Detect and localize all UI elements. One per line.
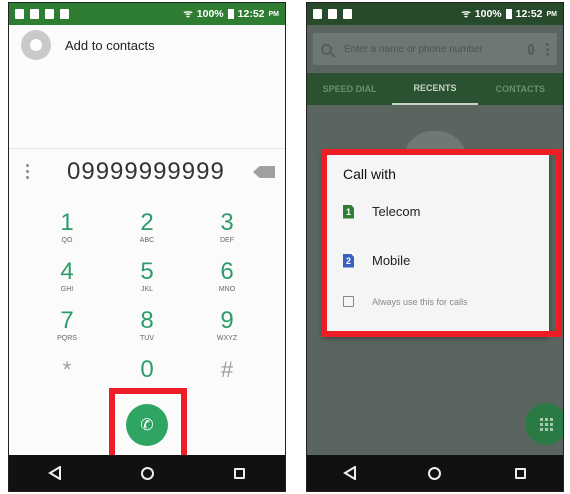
recents-button[interactable] <box>505 458 535 488</box>
battery-icon <box>505 9 512 19</box>
key-hash[interactable]: # <box>187 358 267 407</box>
call-with-screen: ᯤ 100% 12:52 PM Enter a name or phone nu… <box>306 2 564 492</box>
key-6[interactable]: 6 MNO <box>187 260 267 309</box>
dialog-highlight <box>321 149 562 337</box>
dialpad-fab[interactable] <box>525 403 563 445</box>
tab-bar: SPEED DIAL RECENTS CONTACTS <box>307 73 563 105</box>
recents-icon <box>514 467 526 479</box>
key-8[interactable]: 8 TUV <box>107 309 187 358</box>
briefcase-icon <box>328 9 337 19</box>
home-icon <box>428 466 442 480</box>
microphone-icon[interactable] <box>528 43 534 55</box>
dialed-number[interactable]: 09999999999 <box>67 158 225 186</box>
usb-icon <box>30 9 39 19</box>
usb-icon <box>313 9 322 19</box>
overflow-menu-icon[interactable] <box>546 42 549 56</box>
wifi-signal-icon: ᯤ <box>461 8 471 20</box>
home-button[interactable] <box>132 458 162 488</box>
back-button[interactable] <box>40 458 70 488</box>
key-2[interactable]: 2 ABC <box>107 211 187 260</box>
battery-percent: 100% <box>474 8 502 20</box>
status-bar: ᯤ 100% 12:52 PM <box>307 3 563 25</box>
home-button[interactable] <box>420 458 450 488</box>
home-icon <box>140 466 154 480</box>
key-3[interactable]: 3 DEF <box>187 211 267 260</box>
recents-button[interactable] <box>224 458 254 488</box>
key-4[interactable]: 4 GHI <box>27 260 107 309</box>
notification-icon <box>15 9 24 19</box>
clock-ampm: PM <box>546 10 558 18</box>
dialpad-icon <box>539 417 553 431</box>
keypad: 1 QO 2 ABC 3 DEF 4 GHI 5 JKL 6 MNO 7 PQRS 8 TUV … <box>27 211 267 407</box>
tab-recents[interactable]: RECENTS <box>392 73 478 105</box>
battery-icon <box>227 9 234 19</box>
navigation-bar <box>9 455 285 491</box>
backspace-icon[interactable] <box>253 166 275 178</box>
wifi-signal-icon: ᯤ <box>183 8 193 20</box>
add-to-contacts-row[interactable]: Add to contacts <box>21 30 155 60</box>
key-7[interactable]: 7 PQRS <box>27 309 107 358</box>
key-5[interactable]: 5 JKL <box>107 260 187 309</box>
back-icon <box>48 466 61 480</box>
key-1[interactable]: 1 QO <box>27 211 107 260</box>
search-input[interactable]: Enter a name or phone number <box>344 44 516 55</box>
key-9[interactable]: 9 WXYZ <box>187 309 267 358</box>
dialpad-screen: ᯤ 100% 12:52 PM Add to contacts 09999999… <box>8 2 286 492</box>
battery-percent: 100% <box>196 8 224 20</box>
clock: 12:52 <box>515 8 543 20</box>
briefcase-icon <box>45 9 54 19</box>
recents-icon <box>233 467 245 479</box>
divider <box>9 148 285 149</box>
clock: 12:52 <box>237 8 265 20</box>
search-icon <box>321 43 332 55</box>
add-contact-icon <box>21 30 51 60</box>
tab-speed-dial[interactable]: SPEED DIAL <box>307 73 392 105</box>
phone-icon: ✆ <box>140 417 154 434</box>
clock-ampm: PM <box>268 10 280 18</box>
back-icon <box>342 466 356 480</box>
status-bar: ᯤ 100% 12:52 PM <box>9 3 285 25</box>
back-button[interactable] <box>335 458 365 488</box>
add-to-contacts-label: Add to contacts <box>65 37 155 53</box>
call-button[interactable]: ✆ <box>126 404 168 446</box>
location-icon <box>343 9 352 19</box>
key-star[interactable]: * <box>27 358 107 407</box>
navigation-bar <box>307 455 563 491</box>
overflow-menu-icon[interactable] <box>26 164 29 179</box>
location-icon <box>60 9 69 19</box>
tab-contacts[interactable]: CONTACTS <box>478 73 563 105</box>
search-bar[interactable]: Enter a name or phone number <box>313 33 557 65</box>
